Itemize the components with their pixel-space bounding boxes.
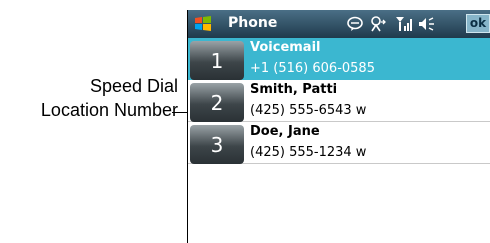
contact-name: Voicemail bbox=[250, 40, 321, 55]
speed-dial-row[interactable]: 1 Voicemail +1 (516) 606-0585 bbox=[188, 38, 490, 80]
contact-number: (425) 555-1234 w bbox=[250, 145, 367, 160]
speed-dial-slot-button[interactable]: 2 bbox=[190, 83, 244, 122]
signal-icon[interactable] bbox=[395, 15, 413, 33]
callout-line-1: Speed Dial bbox=[89, 76, 178, 96]
title-bar: Phone ok bbox=[188, 10, 490, 38]
speed-dial-callout: Speed Dial Location Number bbox=[0, 74, 178, 122]
connectivity-icon[interactable] bbox=[369, 15, 387, 33]
speed-dial-slot-button[interactable]: 3 bbox=[190, 125, 244, 164]
windows-logo-icon[interactable] bbox=[194, 15, 212, 33]
phone-screen: Phone ok 1 Voicemail +1 (516) 606-0585 2… bbox=[187, 10, 490, 243]
ok-button[interactable]: ok bbox=[466, 14, 490, 33]
contact-number: (425) 555-6543 w bbox=[250, 103, 367, 118]
speed-dial-row[interactable]: 2 Smith, Patti (425) 555-6543 w bbox=[188, 80, 490, 122]
contact-name: Smith, Patti bbox=[250, 82, 338, 97]
speaker-icon[interactable] bbox=[417, 15, 435, 33]
speed-dial-row[interactable]: 3 Doe, Jane (425) 555-1234 w bbox=[188, 122, 490, 164]
callout-leader-line bbox=[172, 112, 188, 113]
speech-bubble-icon[interactable] bbox=[346, 15, 364, 33]
app-title: Phone bbox=[228, 15, 278, 31]
contact-name: Doe, Jane bbox=[250, 124, 320, 139]
callout-line-2: Location Number bbox=[40, 100, 178, 120]
contact-number: +1 (516) 606-0585 bbox=[250, 61, 375, 76]
speed-dial-slot-button[interactable]: 1 bbox=[190, 41, 244, 80]
